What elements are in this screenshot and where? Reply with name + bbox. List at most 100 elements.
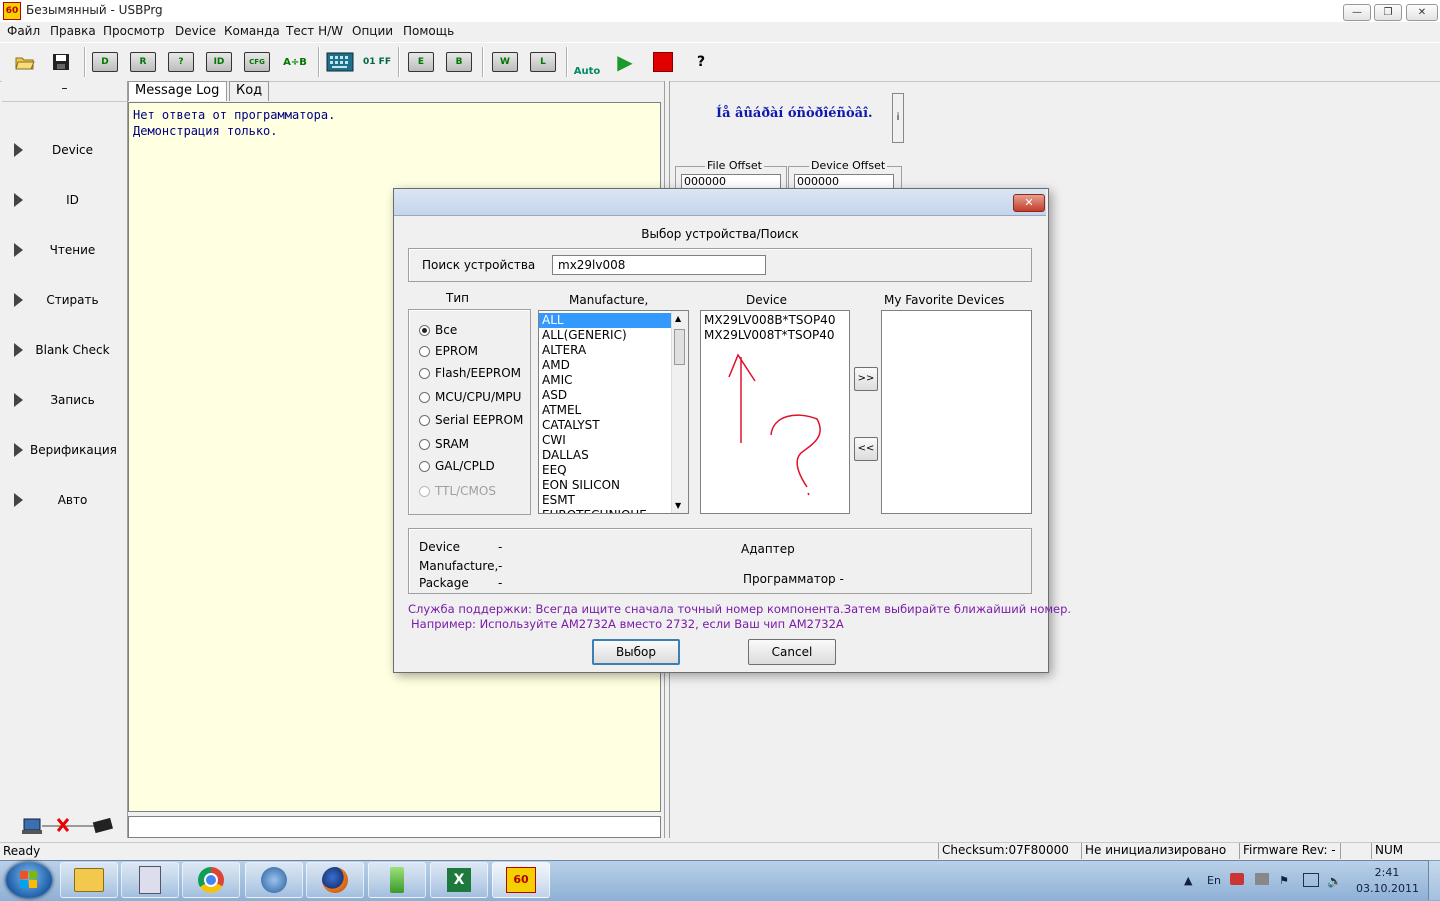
info-button[interactable]: i [892,93,904,143]
manufacturer-item[interactable]: EON SILICON [539,478,673,493]
tray-flag-icon[interactable]: ⚑ [1279,874,1289,887]
radio-mcu-label[interactable]: MCU/CPU/MPU [435,390,521,404]
manufacturer-scrollbar[interactable]: ▲ ▼ [671,311,688,513]
read-arrow-icon[interactable] [14,243,23,257]
tray-date[interactable]: 03.10.2011 [1356,882,1419,895]
taskbar-firefox-icon[interactable] [306,862,364,898]
menu-view[interactable]: Просмотр [103,24,165,38]
tray-time[interactable]: 2:41 [1366,866,1408,879]
device-list[interactable]: MX29LV008B*TSOP40 MX29LV008T*TSOP40 [700,310,850,514]
erase-arrow-icon[interactable] [14,293,23,307]
radio-gal-cpld[interactable] [419,461,430,472]
cfg-chip-icon[interactable]: CFG [242,47,272,77]
manufacturer-item[interactable]: DALLAS [539,448,673,463]
radio-eprom-label[interactable]: EPROM [435,344,478,358]
manufacturer-item[interactable]: AMIC [539,373,673,388]
id-arrow-icon[interactable] [14,193,23,207]
auto-arrow-icon[interactable] [14,493,23,507]
radio-sram[interactable] [419,439,430,450]
command-input[interactable] [128,816,661,838]
select-button[interactable]: Выбор [592,639,680,665]
radio-mcu[interactable] [419,392,430,403]
manufacturer-item[interactable]: ESMT [539,493,673,508]
erase-chip-icon[interactable]: E [406,47,436,77]
radio-flash-eeprom-label[interactable]: Flash/EEPROM [435,366,521,380]
side-item-auto[interactable]: Авто [30,493,115,507]
blank-check-arrow-icon[interactable] [14,343,23,357]
minimize-button[interactable]: — [1343,4,1371,21]
radio-flash-eeprom[interactable] [419,368,430,379]
maximize-button[interactable]: ❐ [1374,4,1402,21]
keyboard-icon[interactable] [325,47,355,77]
side-item-device[interactable]: Device [30,143,115,157]
auto-icon[interactable]: Auto [572,47,602,77]
manufacturer-item[interactable]: ATMEL [539,403,673,418]
radio-gal-cpld-label[interactable]: GAL/CPLD [435,459,495,473]
tray-app-icon[interactable] [1230,873,1244,885]
menu-device[interactable]: Device [175,24,216,38]
manufacturer-item[interactable]: ALL(GENERIC) [539,328,673,343]
manufacturer-list[interactable]: ALL ALL(GENERIC) ALTERA AMD AMIC ASD ATMEL CATA… [538,310,689,514]
dialog-close-button[interactable]: ✕ [1013,194,1045,212]
lock-chip-icon[interactable]: L [528,47,558,77]
open-folder-icon[interactable] [10,47,40,77]
scroll-up-icon[interactable]: ▲ [675,314,681,323]
write-arrow-icon[interactable] [14,393,23,407]
manufacturer-item[interactable]: ASD [539,388,673,403]
help-icon[interactable]: ? [686,47,716,77]
manufacturer-item[interactable]: EEQ [539,463,673,478]
cancel-button[interactable]: Cancel [748,639,836,665]
read-chip-icon[interactable]: R [128,47,158,77]
manufacturer-item[interactable]: CWI [539,433,673,448]
tab-message-log[interactable]: Message Log [128,81,227,101]
manufacturer-item[interactable]: ALL [539,313,673,328]
verify-arrow-icon[interactable] [14,443,23,457]
scroll-thumb[interactable] [674,329,685,365]
menu-edit[interactable]: Правка [50,24,96,38]
left-panel-header[interactable]: – [2,81,127,102]
taskbar-chrome-icon[interactable] [182,862,240,898]
tab-code[interactable]: Код [229,81,269,101]
compare-icon[interactable]: A÷B [280,47,310,77]
menu-test-hw[interactable]: Тест H/W [286,24,343,38]
manufacturer-item[interactable]: AMD [539,358,673,373]
fill-icon[interactable]: 01 FF [362,47,392,77]
side-item-blank-check[interactable]: Blank Check [30,343,115,357]
menu-options[interactable]: Опции [352,24,393,38]
close-button[interactable]: ✕ [1406,4,1438,21]
taskbar-usbprg-icon[interactable]: 60 [492,862,550,898]
side-item-id[interactable]: ID [30,193,115,207]
blank-check-icon[interactable]: ? [166,47,196,77]
menu-file[interactable]: Файл [7,24,40,38]
play-icon[interactable]: ▶ [610,47,640,77]
save-icon[interactable] [46,47,76,77]
tray-expand-icon[interactable]: ▲ [1184,874,1192,887]
favorites-list[interactable] [881,310,1032,514]
side-item-verify[interactable]: Верификация [30,443,117,457]
id-chip-icon[interactable]: ID [204,47,234,77]
add-favorite-button[interactable]: >> [854,367,878,391]
manufacturer-item[interactable]: ALTERA [539,343,673,358]
taskbar-calculator-icon[interactable] [121,862,179,898]
show-desktop-button[interactable] [1428,860,1440,900]
start-button[interactable] [6,862,52,898]
taskbar-excel-icon[interactable]: X [430,862,488,898]
dialog-title-bar[interactable] [394,189,1046,216]
scroll-down-icon[interactable]: ▼ [675,501,681,510]
remove-favorite-button[interactable]: << [854,437,878,461]
menu-help[interactable]: Помощь [403,24,454,38]
taskbar-tool-icon[interactable] [368,862,426,898]
radio-eprom[interactable] [419,346,430,357]
device-search-input[interactable]: mx29lv008 [552,255,766,275]
tray-network-icon[interactable] [1303,873,1319,887]
radio-sram-label[interactable]: SRAM [435,437,469,451]
side-item-write[interactable]: Запись [30,393,115,407]
manufacturer-item[interactable]: CATALYST [539,418,673,433]
radio-all[interactable] [419,325,430,336]
radio-serial-eeprom-label[interactable]: Serial EEPROM [435,413,523,427]
tray-language[interactable]: En [1207,874,1221,887]
device-chip-icon[interactable]: D [90,47,120,77]
taskbar-thunderbird-icon[interactable] [245,862,303,898]
taskbar-explorer-icon[interactable] [60,862,118,898]
menu-command[interactable]: Команда [224,24,280,38]
